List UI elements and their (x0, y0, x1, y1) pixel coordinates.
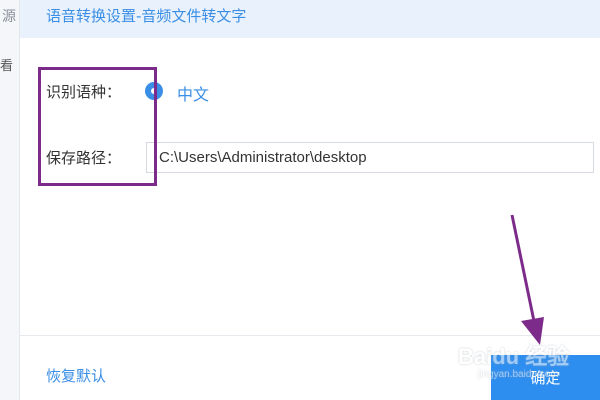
background-app-text: 源 (2, 9, 16, 25)
background-app-strip: 源 看 (0, 0, 20, 400)
voice-conversion-settings-dialog: 语音转换设置-音频文件转文字 识别语种： 中文 保存路径： C:\Users\A… (20, 0, 600, 400)
annotation-arrow-icon (510, 214, 544, 345)
background-app-text: 看 (0, 59, 14, 74)
